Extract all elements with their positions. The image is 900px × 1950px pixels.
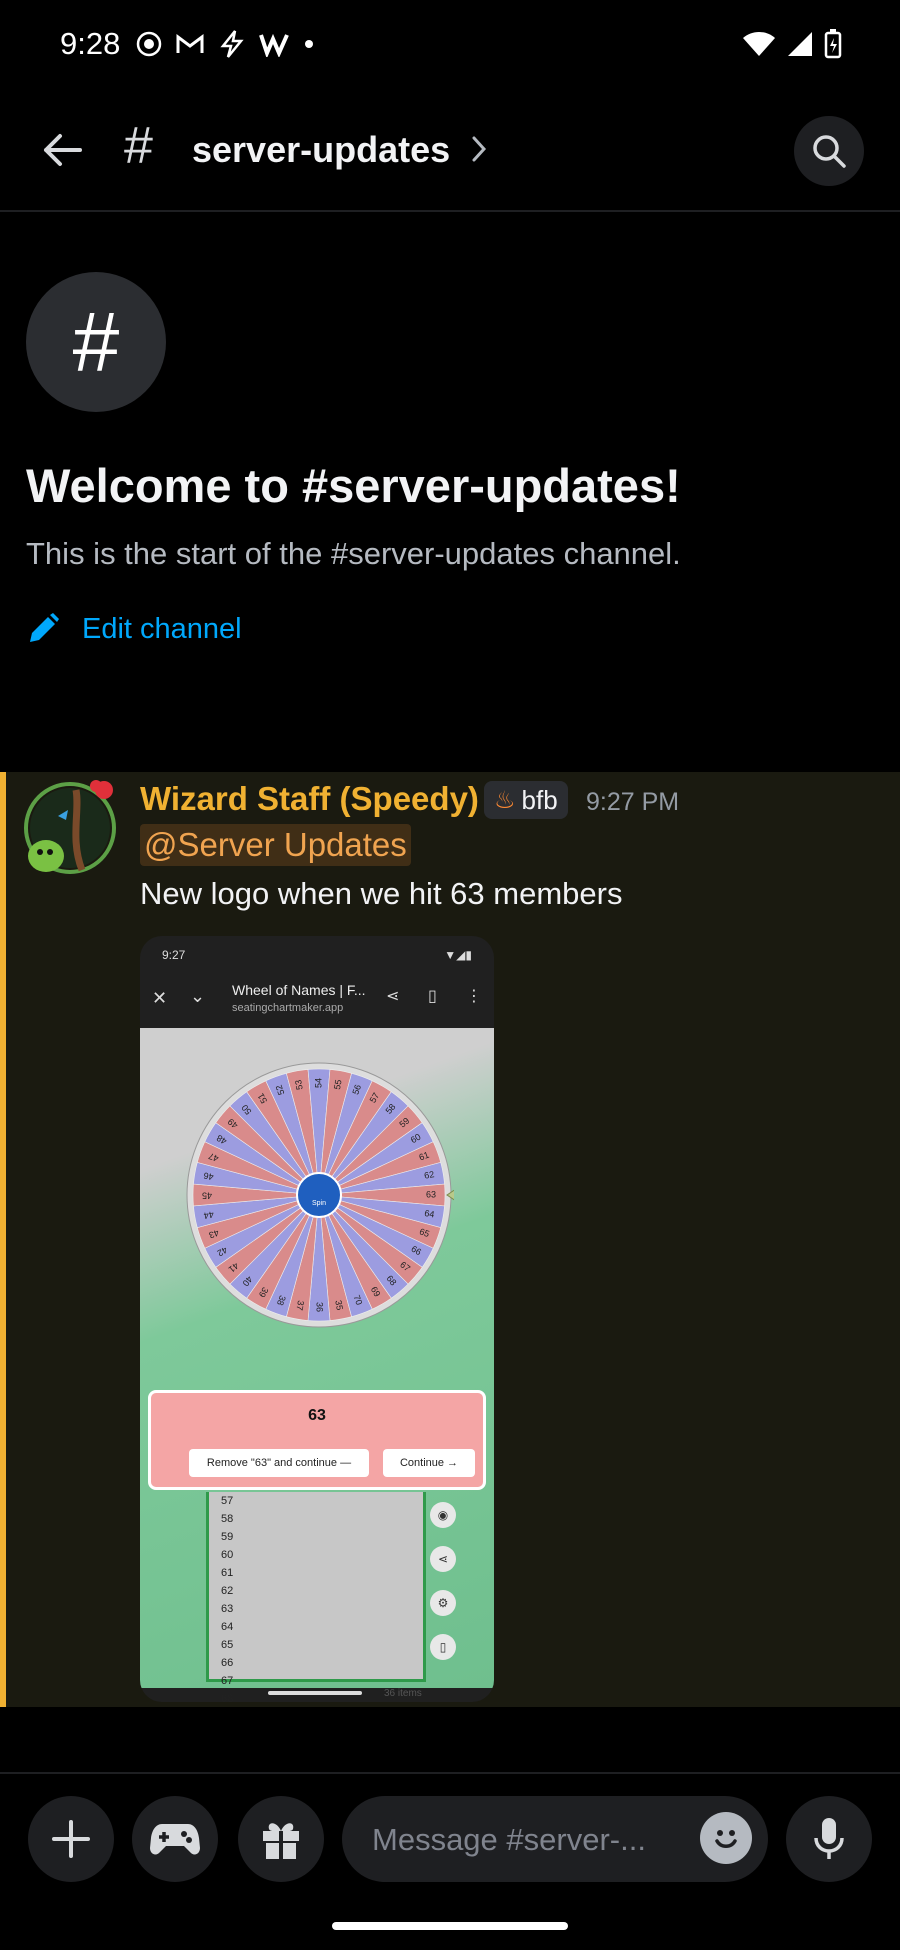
embed-remove-button: Remove "63" and continue — [189, 1449, 369, 1477]
smiley-icon [715, 1830, 737, 1848]
embed-item-count: 36 items [384, 1688, 422, 1699]
embed-list-item: 61 [221, 1567, 234, 1579]
bolt-icon [220, 30, 244, 58]
spin-wheel: 353637383940414243444546474849505152 53 54… [186, 1062, 454, 1328]
message-composer: Message #server-... [0, 1772, 900, 1950]
embed-continue-button: Continue → [383, 1449, 475, 1477]
embed-wheel-label: 62 [423, 1169, 435, 1181]
system-icons [742, 26, 842, 62]
embed-wheel-label: 54 [313, 1078, 323, 1088]
gift-button[interactable] [238, 1796, 324, 1882]
embed-wheel-label: 36 [315, 1302, 325, 1312]
embed-list-item: 57 [221, 1495, 234, 1507]
embed-list-item: 63 [221, 1603, 234, 1615]
embed-browser-bar: ✕ ⌄ Wheel of Names | F... seatingchartma… [140, 972, 494, 1028]
welcome-title: Welcome to #server-updates! [26, 459, 681, 512]
embed-status-bar: 9:27 ▼◢▮ [140, 936, 494, 972]
embed-more-icon: ⋮ [466, 988, 482, 1005]
gamepad-icon [150, 1824, 200, 1855]
embed-spin-label: Spin [312, 1200, 326, 1207]
embed-page-title: Wheel of Names | F... [232, 982, 366, 998]
message-timestamp: 9:27 PM [586, 788, 680, 816]
embed-list-item: 59 [221, 1531, 234, 1543]
gift-icon [263, 1823, 299, 1859]
dot-icon [305, 40, 313, 48]
server-tag-label: bfb [521, 784, 558, 815]
embed-volume-icon: ◉ [430, 1502, 456, 1528]
embed-status-time: 9:27 [162, 948, 186, 962]
search-button[interactable] [794, 116, 864, 186]
emoji-button[interactable] [700, 1812, 752, 1864]
server-tag-badge[interactable]: ♨ bfb [484, 781, 568, 819]
edit-channel-label: Edit channel [82, 612, 242, 645]
battery-icon [824, 29, 842, 59]
status-bar: 9:28 [0, 0, 900, 90]
embed-spin-button [296, 1172, 342, 1218]
role-mention[interactable]: @Server Updates [140, 824, 411, 866]
flame-icon: ♨ [494, 786, 516, 814]
hash-icon: # [72, 295, 120, 389]
home-indicator[interactable] [332, 1922, 568, 1930]
message-text: New logo when we hit 63 members [140, 876, 623, 911]
voice-message-button[interactable] [786, 1796, 872, 1882]
channel-name[interactable]: server-updates [192, 130, 450, 170]
activities-button[interactable] [132, 1796, 218, 1882]
channel-avatar: # [26, 272, 166, 412]
embed-entries-list: 5758596061626364656667686970 [206, 1492, 426, 1702]
channel-header: # server-updates [0, 90, 900, 212]
embed-wheel-label: 46 [203, 1170, 215, 1182]
message-author[interactable]: Wizard Staff (Speedy) [140, 780, 479, 818]
embed-list-item: 65 [221, 1639, 234, 1651]
embed-side-tools: ◉ ⋖ ⚙ ▯ [430, 1502, 456, 1660]
embed-settings-icon: ⚙ [430, 1590, 456, 1616]
chevron-right-icon[interactable] [470, 134, 488, 164]
wifi-icon [743, 32, 775, 56]
add-attachment-button[interactable] [28, 1796, 114, 1882]
pencil-icon [30, 613, 59, 642]
embed-save-icon: ▯ [430, 1634, 456, 1660]
channel-hash-icon: # [124, 117, 153, 175]
embed-wheel-label: 55 [332, 1079, 344, 1091]
embed-list-item: 62 [221, 1585, 234, 1597]
back-button[interactable] [30, 118, 94, 182]
arrow-left-icon [44, 134, 82, 166]
embed-result-popup: 63 Remove "63" and continue — Continue → [148, 1390, 486, 1490]
embed-page-content: 35 36 37 38 39 40 41 42 43 44 45 46 47 48 49 50 51 52 53 54… [140, 1028, 494, 1702]
edit-channel-button[interactable]: Edit channel [26, 612, 242, 646]
embed-wheel-label: 44 [203, 1209, 215, 1221]
user-avatar[interactable] [18, 776, 122, 880]
embed-wheel-label: 37 [294, 1300, 306, 1312]
notification-icons [135, 26, 315, 62]
embed-share-icon: ⋖ [386, 988, 400, 1005]
signal-icon [788, 32, 812, 56]
embed-page-url: seatingchartmaker.app [232, 1002, 344, 1014]
embed-list-item: 58 [221, 1513, 234, 1525]
embed-result-number: 63 [308, 1407, 326, 1424]
embed-wheel-label: 53 [293, 1079, 305, 1091]
embed-system-icons: ▼◢▮ [444, 948, 472, 962]
embed-bookmark-icon: ▯ [428, 988, 437, 1005]
microphone-icon [814, 1818, 844, 1859]
embed-share2-icon: ⋖ [430, 1546, 456, 1572]
embed-close-icon: ✕ [152, 988, 168, 1008]
status-time: 9:28 [60, 26, 121, 61]
attached-image[interactable]: 9:27 ▼◢▮ ✕ ⌄ Wheel of Names | F... seati… [140, 936, 494, 1702]
welcome-description: This is the start of the #server-updates… [26, 536, 681, 571]
embed-list-item: 66 [221, 1657, 234, 1669]
gmail-icon [176, 34, 204, 53]
plus-icon [52, 1820, 90, 1858]
message-input[interactable]: Message #server-... [342, 1796, 768, 1882]
embed-chevron-down-icon: ⌄ [190, 986, 206, 1006]
embed-wheel-label: 64 [424, 1208, 436, 1220]
w-app-icon [259, 33, 289, 57]
embed-list-item: 60 [221, 1549, 234, 1561]
embed-wheel-label: 63 [426, 1189, 436, 1199]
record-icon [136, 31, 162, 57]
embed-wheel-label: 35 [333, 1299, 345, 1311]
message-input-placeholder: Message #server-... [372, 1822, 646, 1857]
search-icon [813, 135, 846, 168]
embed-wheel-label: 45 [202, 1191, 212, 1201]
embed-list-item: 64 [221, 1621, 234, 1633]
embed-home-indicator [268, 1691, 362, 1695]
